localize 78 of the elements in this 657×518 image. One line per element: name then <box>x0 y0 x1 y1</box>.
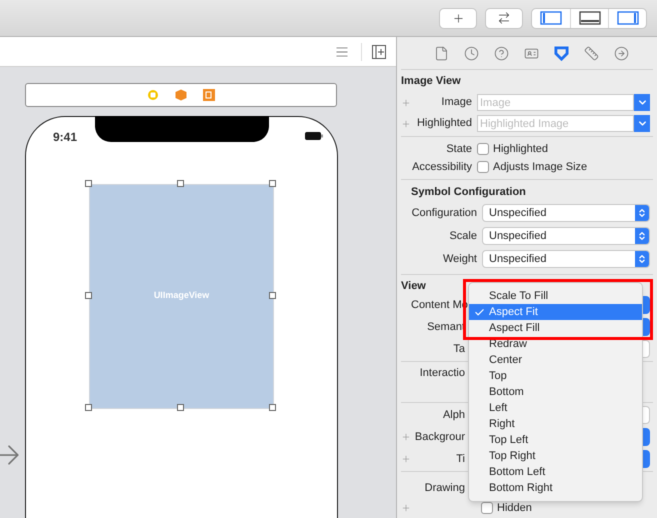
field-label: Scale <box>448 228 478 244</box>
field-label: Interactio <box>418 366 465 381</box>
checkbox[interactable] <box>481 502 493 514</box>
menu-item[interactable]: Redraw <box>469 336 642 352</box>
panel-layout-icon <box>540 11 562 25</box>
inspector-tab[interactable] <box>463 45 479 61</box>
checkbox[interactable] <box>477 143 489 155</box>
add-editor-icon[interactable] <box>372 44 386 58</box>
resize-handle[interactable] <box>269 180 276 187</box>
menu-item[interactable]: Bottom Left <box>469 464 642 480</box>
stepper-icon <box>637 231 647 241</box>
ruler-icon <box>584 46 598 60</box>
panel-layout-icon <box>578 11 600 25</box>
add-icon <box>452 12 464 24</box>
field-label: Configuration <box>410 206 478 221</box>
field-label: Backgrour <box>414 430 465 445</box>
swap-button[interactable] <box>485 8 523 28</box>
stepper-icon <box>637 208 647 218</box>
section-title: Image View <box>401 74 462 88</box>
dropdown-button[interactable] <box>634 115 650 132</box>
resize-handle[interactable] <box>269 404 276 411</box>
inspector-tab[interactable] <box>613 45 629 61</box>
field-label: Accessibility <box>411 160 473 175</box>
image-field[interactable]: Highlighted Image <box>477 115 634 132</box>
field-label: Ta <box>452 342 465 357</box>
menu-item[interactable]: Right <box>469 416 642 432</box>
id-card-icon <box>524 46 538 60</box>
resize-handle[interactable] <box>177 404 184 411</box>
image-view-label: UIImageView <box>154 289 210 301</box>
checkbox[interactable] <box>477 161 489 173</box>
inspector-tab[interactable] <box>583 45 599 61</box>
popup-button[interactable]: Unspecified <box>482 250 650 268</box>
swap-icon <box>497 11 511 25</box>
field-label: Highlighted <box>416 116 473 132</box>
popup-button[interactable]: Unspecified <box>482 204 650 222</box>
menu-item[interactable]: Bottom Right <box>469 480 642 496</box>
menu-item[interactable]: Center <box>469 352 642 368</box>
inspector-tab[interactable] <box>433 45 449 61</box>
inspector-tab[interactable] <box>553 45 569 61</box>
battery-icon <box>305 132 323 140</box>
field-label: State <box>445 142 473 157</box>
section-title: Symbol Configuration <box>411 185 527 199</box>
image-field[interactable]: Image <box>477 94 634 111</box>
menu-item[interactable]: Left <box>469 400 642 416</box>
checkmark-icon <box>474 306 484 318</box>
menu-item[interactable]: Top <box>469 368 642 384</box>
menu-item[interactable]: Top Left <box>469 432 642 448</box>
field-label: Weight <box>442 252 478 267</box>
resize-handle[interactable] <box>269 292 276 299</box>
dropdown-button[interactable] <box>634 94 650 111</box>
menu-item[interactable]: Aspect Fill <box>469 320 642 336</box>
section-title: View <box>401 279 427 293</box>
field-label: Drawing <box>424 480 465 496</box>
field-label: Alph <box>442 408 465 423</box>
resize-handle[interactable] <box>85 404 92 411</box>
stepper-icon <box>637 254 647 264</box>
menu-item[interactable]: Bottom <box>469 384 642 400</box>
resize-handle[interactable] <box>177 180 184 187</box>
file-icon <box>434 46 448 60</box>
resize-handle[interactable] <box>85 292 92 299</box>
panel-layout-icon <box>616 11 638 25</box>
field-label: Image <box>440 95 473 110</box>
menu-item[interactable]: Aspect Fit <box>469 304 642 320</box>
arrow-circle-icon <box>614 46 628 60</box>
checkbox-label: Highlighted <box>493 142 548 157</box>
attributes-icon <box>554 46 568 60</box>
menu-item[interactable]: Top Right <box>469 448 642 464</box>
help-icon <box>494 46 508 60</box>
resize-handle[interactable] <box>85 180 92 187</box>
clock-icon <box>464 46 478 60</box>
status-time: 9:41 <box>53 129 78 146</box>
checkbox-label: Hidden <box>497 500 532 516</box>
cube-icon[interactable] <box>175 89 187 101</box>
menu-item[interactable]: Scale To Fill <box>469 288 642 304</box>
popup-button[interactable]: Unspecified <box>482 227 650 245</box>
checkbox-label: Adjusts Image Size <box>493 160 588 175</box>
field-label: Ti <box>455 452 465 467</box>
inspector-tab[interactable] <box>493 45 509 61</box>
